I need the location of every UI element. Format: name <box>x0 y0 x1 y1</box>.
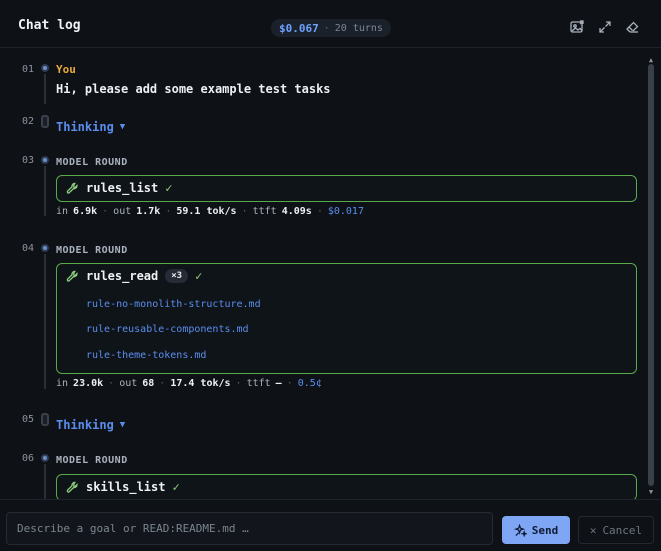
user-message: Hi, please add some example test tasks <box>56 82 331 96</box>
metric-out-label: out <box>113 206 132 217</box>
eraser-icon[interactable] <box>624 19 640 35</box>
expand-icon[interactable] <box>597 19 613 35</box>
file-link[interactable]: rule-theme-tokens.md <box>86 350 206 361</box>
scrollbar[interactable]: ▲ ▼ <box>646 56 656 498</box>
metric-ttft-label: ttft <box>246 378 271 389</box>
separator-dot: · <box>323 22 330 34</box>
timeline-line <box>44 166 46 216</box>
check-icon: ✓ <box>195 269 203 283</box>
metric-in-label: in <box>56 378 69 389</box>
thinking-label: Thinking <box>56 120 114 134</box>
timeline-node <box>41 156 49 164</box>
row-number: 06 <box>22 453 35 464</box>
timeline-node <box>41 115 49 128</box>
scrollbar-thumb[interactable] <box>648 64 654 486</box>
scroll-up-icon[interactable]: ▲ <box>646 56 656 64</box>
wrench-icon <box>66 481 79 494</box>
chevron-down-icon: ▼ <box>119 420 126 430</box>
metric-out: 68 <box>142 378 155 389</box>
timeline-node <box>41 244 49 252</box>
scroll-down-icon[interactable]: ▼ <box>646 488 656 496</box>
thinking-label: Thinking <box>56 418 114 432</box>
row-number: 04 <box>22 243 35 254</box>
timeline-line <box>44 464 46 499</box>
chat-log-list[interactable]: 01 You Hi, please add some example test … <box>6 49 655 499</box>
metric-cost: $0.017 <box>327 206 364 217</box>
goal-input[interactable] <box>6 512 493 545</box>
chat-log-panel: Chat log $0.067 · 20 turns 01 You Hi, pl… <box>0 0 661 551</box>
send-label: Send <box>531 523 559 537</box>
metric-rate: 17.4 tok/s <box>170 378 231 389</box>
tool-call-card[interactable]: skills_list ✓ <box>56 474 637 499</box>
total-cost: $0.067 <box>279 21 319 35</box>
image-export-icon[interactable] <box>569 19 585 35</box>
timeline-node <box>41 64 49 72</box>
separator-dot: · <box>286 378 293 389</box>
tool-call-card[interactable]: rules_list ✓ <box>56 175 637 202</box>
metric-out-label: out <box>119 378 138 389</box>
separator-dot: · <box>102 206 109 217</box>
cancel-label: Cancel <box>602 523 643 537</box>
tool-call-card[interactable]: rules_read ×3 ✓ rule-no-monolith-structu… <box>56 263 637 374</box>
timeline-line <box>44 74 46 104</box>
tool-name: rules_list <box>86 181 159 195</box>
cost-badge: $0.067 · 20 turns <box>271 19 391 37</box>
wrench-icon <box>66 270 79 283</box>
separator-dot: · <box>316 206 323 217</box>
file-link[interactable]: rule-no-monolith-structure.md <box>86 299 261 310</box>
check-icon: ✓ <box>165 181 173 195</box>
speaker-label: You <box>56 63 76 76</box>
check-icon: ✓ <box>172 480 180 494</box>
metric-in-label: in <box>56 206 69 217</box>
cancel-button[interactable]: ✕ Cancel <box>578 516 654 544</box>
timeline-line <box>44 254 46 389</box>
wrench-icon <box>66 182 79 195</box>
round-label: MODEL ROUND <box>56 157 128 168</box>
composer: Send ✕ Cancel <box>0 499 661 551</box>
header: Chat log $0.067 · 20 turns <box>0 0 661 48</box>
row-number: 03 <box>22 155 35 166</box>
timeline-node <box>41 454 49 462</box>
metric-ttft: — <box>275 378 282 389</box>
token-metrics: in 6.9k · out 1.7k · 59.1 tok/s · ttft 4.09… <box>56 206 364 217</box>
tool-call-header: skills_list ✓ <box>66 480 180 494</box>
metric-in: 23.0k <box>73 378 104 389</box>
token-metrics: in 23.0k · out 68 · 17.4 tok/s · ttft — · 0… <box>56 378 322 389</box>
metric-ttft-label: ttft <box>252 206 277 217</box>
row-number: 02 <box>22 116 35 127</box>
turn-count: 20 turns <box>334 22 383 34</box>
metric-cost: 0.5¢ <box>297 378 322 389</box>
row-number: 05 <box>22 414 35 425</box>
tool-call-header: rules_list ✓ <box>66 181 172 195</box>
separator-dot: · <box>235 378 242 389</box>
metric-rate: 59.1 tok/s <box>176 206 237 217</box>
close-icon: ✕ <box>589 523 597 537</box>
round-label: MODEL ROUND <box>56 245 128 256</box>
separator-dot: · <box>241 206 248 217</box>
separator-dot: · <box>159 378 166 389</box>
metric-out: 1.7k <box>136 206 161 217</box>
send-button[interactable]: Send <box>502 516 570 544</box>
thinking-toggle[interactable]: Thinking ▼ <box>56 120 125 134</box>
separator-dot: · <box>165 206 172 217</box>
thinking-toggle[interactable]: Thinking ▼ <box>56 418 125 432</box>
separator-dot: · <box>108 378 115 389</box>
metric-in: 6.9k <box>73 206 98 217</box>
chevron-down-icon: ▼ <box>119 122 126 132</box>
metric-ttft: 4.09s <box>281 206 312 217</box>
sparkle-icon <box>513 523 527 537</box>
tool-name: rules_read <box>86 269 159 283</box>
tool-call-header: rules_read ×3 ✓ <box>66 269 202 283</box>
call-count-badge: ×3 <box>165 269 189 283</box>
round-label: MODEL ROUND <box>56 455 128 466</box>
timeline-node <box>41 413 49 426</box>
file-link[interactable]: rule-reusable-components.md <box>86 324 249 335</box>
tool-name: skills_list <box>86 480 166 494</box>
row-number: 01 <box>22 64 35 75</box>
panel-title: Chat log <box>18 18 81 33</box>
